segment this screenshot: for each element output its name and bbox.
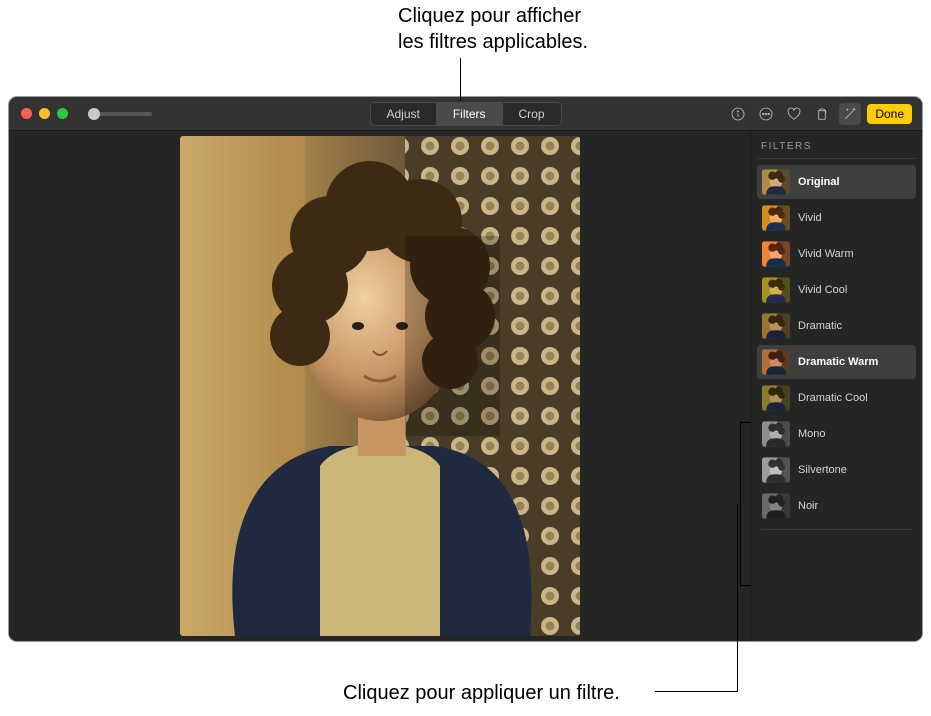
enhance-icon[interactable] [839,103,861,125]
filters-panel: FILTERS Original Vivid [750,131,922,641]
callout-bottom-leader-v [737,504,738,692]
filter-thumb [762,421,790,447]
filter-label: Noir [798,500,818,512]
filter-label: Dramatic Warm [798,356,878,368]
editor-main: FILTERS Original Vivid [9,131,922,641]
tab-crop[interactable]: Crop [502,103,561,125]
filters-panel-divider [761,529,912,530]
callout-top: Cliquez pour afficher les filtres applic… [398,3,588,55]
filters-list: Original Vivid Vivid Warm [757,165,916,523]
zoom-button[interactable] [57,108,68,119]
filter-item-dramatic-warm[interactable]: Dramatic Warm [757,345,916,379]
tab-adjust[interactable]: Adjust [370,103,435,125]
filter-item-dramatic-cool[interactable]: Dramatic Cool [757,381,916,415]
filter-item-silvertone[interactable]: Silvertone [757,453,916,487]
filter-item-vivid-cool[interactable]: Vivid Cool [757,273,916,307]
filter-thumb [762,385,790,411]
more-icon[interactable] [755,103,777,125]
edited-photo[interactable] [180,136,580,636]
done-button[interactable]: Done [867,104,912,124]
filter-thumb [762,205,790,231]
photo-canvas [9,131,750,641]
tab-filters[interactable]: Filters [436,103,502,125]
window-controls [9,108,68,119]
callout-top-leader [460,58,461,101]
filter-item-vivid-warm[interactable]: Vivid Warm [757,237,916,271]
favorite-icon[interactable] [783,103,805,125]
filters-panel-title: FILTERS [757,139,916,159]
edit-mode-tabs: Adjust Filters Crop [369,102,561,126]
callout-bottom-bracket [740,422,750,586]
filter-item-vivid[interactable]: Vivid [757,201,916,235]
filter-item-original[interactable]: Original [757,165,916,199]
filter-thumb [762,349,790,375]
zoom-slider-thumb[interactable] [88,108,100,120]
close-button[interactable] [21,108,32,119]
filter-thumb [762,277,790,303]
filter-label: Vivid [798,212,822,224]
filter-thumb [762,493,790,519]
filter-label: Dramatic [798,320,842,332]
info-icon[interactable] [727,103,749,125]
filter-label: Mono [798,428,826,440]
filter-label: Silvertone [798,464,847,476]
filter-label: Original [798,176,840,188]
filter-label: Dramatic Cool [798,392,868,404]
rotate-icon[interactable] [811,103,833,125]
callout-bottom: Cliquez pour appliquer un filtre. [343,680,620,706]
zoom-slider[interactable] [92,112,152,116]
filter-item-mono[interactable]: Mono [757,417,916,451]
filter-thumb [762,313,790,339]
filter-item-noir[interactable]: Noir [757,489,916,523]
filter-item-dramatic[interactable]: Dramatic [757,309,916,343]
filter-thumb [762,241,790,267]
filter-label: Vivid Warm [798,248,854,260]
callout-bottom-leader-h [655,691,737,692]
filter-thumb [762,169,790,195]
filter-label: Vivid Cool [798,284,847,296]
minimize-button[interactable] [39,108,50,119]
photos-edit-window: Adjust Filters Crop Done [9,97,922,641]
toolbar: Adjust Filters Crop Done [9,97,922,131]
filter-thumb [762,457,790,483]
